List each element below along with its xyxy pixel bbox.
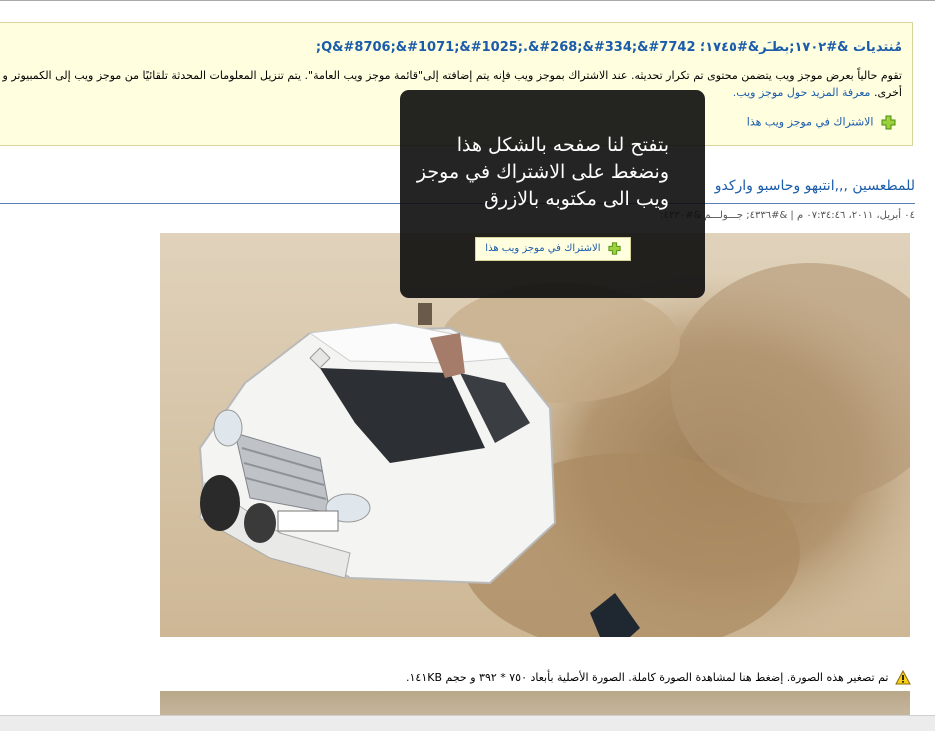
overlay-subscribe-button[interactable]: الاشتراك في موجز ويب هذا bbox=[475, 237, 631, 261]
learn-more-link[interactable]: معرفة المزيد حول موجز ويب. bbox=[733, 86, 871, 99]
warning-icon bbox=[895, 669, 911, 686]
subscribe-plus-icon bbox=[881, 115, 896, 130]
top-border bbox=[0, 0, 935, 1]
subscribe-plus-icon bbox=[608, 241, 621, 255]
instruction-text: بتفتح لنا صفحه بالشكل هذا ونضغط على الاش… bbox=[416, 134, 669, 210]
subscribe-label: الاشتراك في موجز ويب هذا bbox=[746, 115, 874, 129]
horizontal-scrollbar[interactable] bbox=[0, 715, 935, 731]
image-resized-text: تم تصغير هذه الصورة. إضغط هنا لمشاهدة ال… bbox=[406, 671, 889, 684]
overlay-subscribe-label: الاشتراك في موجز ويب هذا bbox=[485, 243, 601, 254]
image-resized-notice[interactable]: تم تصغير هذه الصورة. إضغط هنا لمشاهدة ال… bbox=[406, 669, 911, 686]
article-title-link[interactable]: للمطعسين ,,,انتبهو وحاسبو واركدو bbox=[715, 178, 915, 194]
subscribe-link[interactable]: الاشتراك في موجز ويب هذا bbox=[747, 115, 896, 130]
feed-description-cont: أخرى. bbox=[873, 86, 902, 99]
feed-title: مُنتديات &#١٧٠٢;بطـَر&#١٧٤٥؛ Q&#8706;&#1… bbox=[315, 40, 902, 55]
instruction-overlay: بتفتح لنا صفحه بالشكل هذا ونضغط على الاش… bbox=[400, 90, 705, 298]
feed-description-line1: تقوم حالياً بعرض موجز ويب يتضمن محتوى تم… bbox=[2, 69, 902, 82]
